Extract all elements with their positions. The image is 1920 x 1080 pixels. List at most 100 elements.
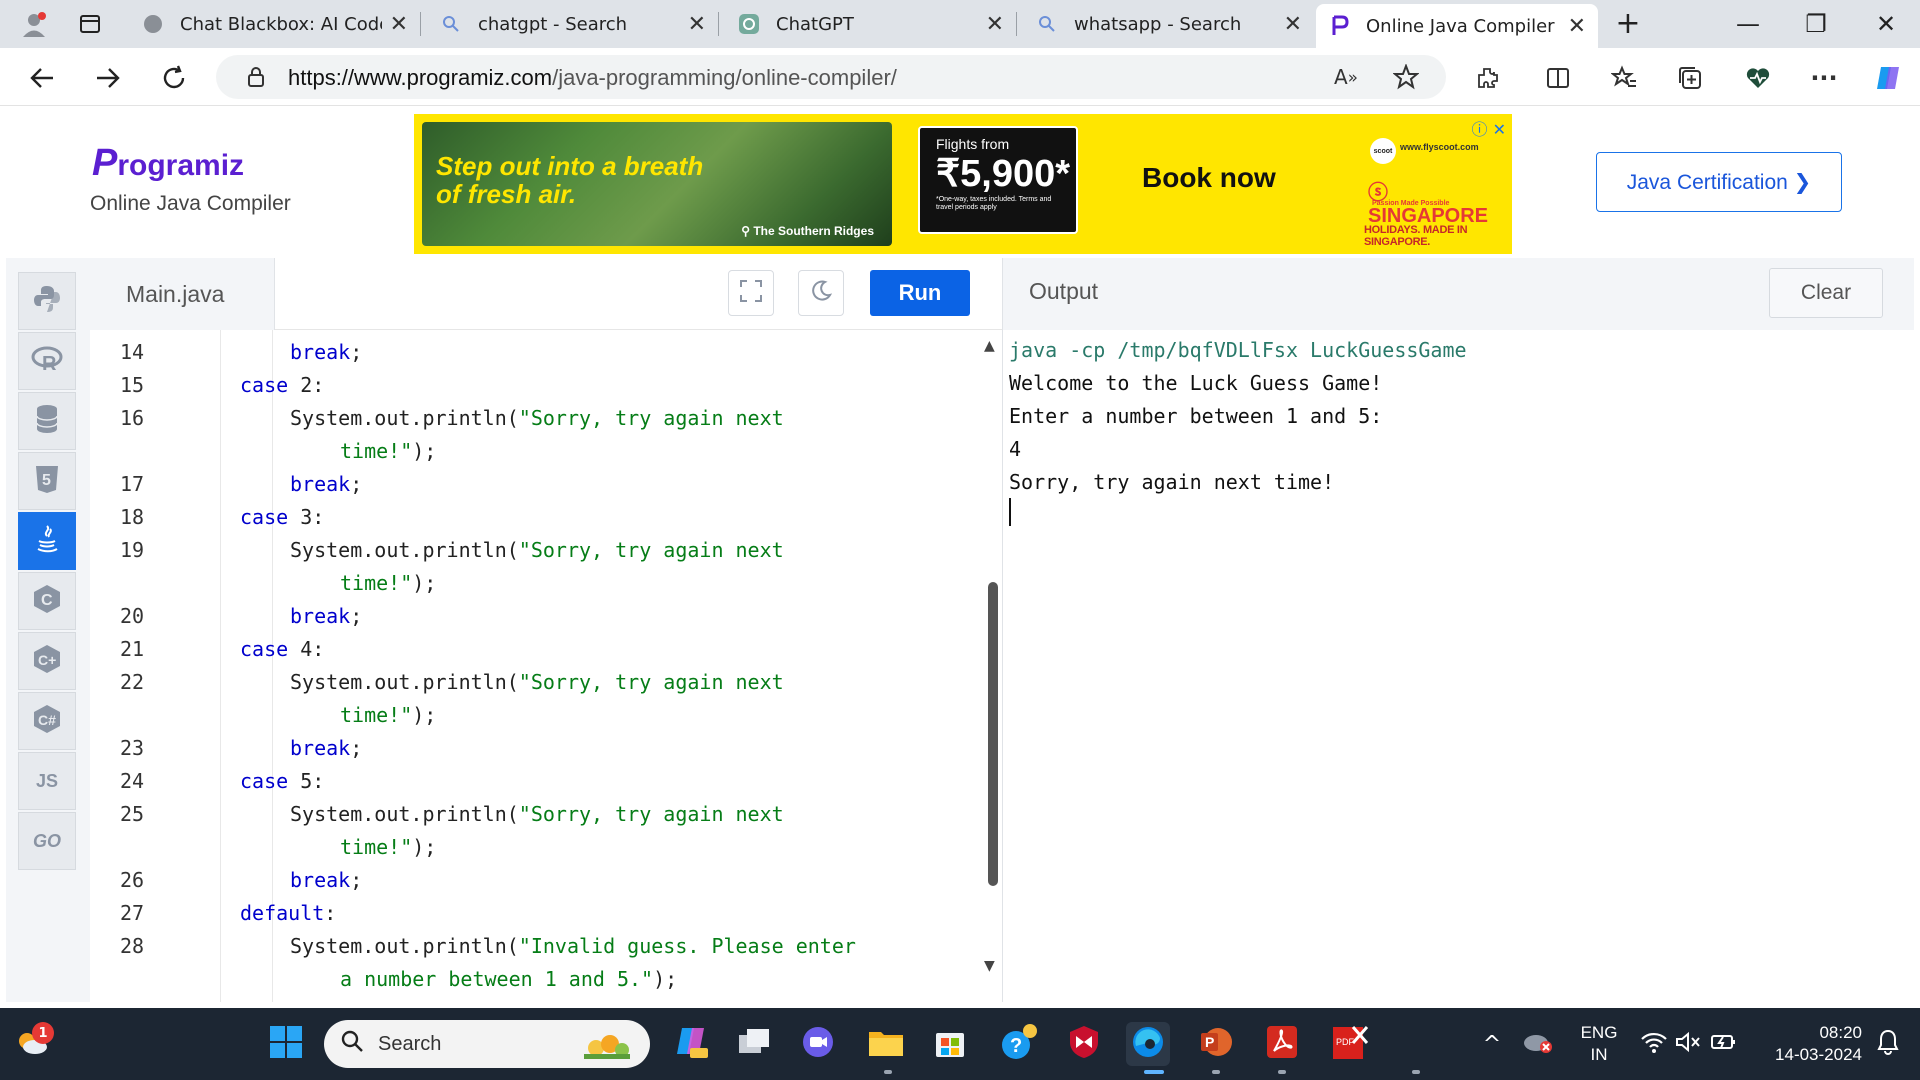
- browser-essentials-icon[interactable]: [1738, 58, 1778, 98]
- battery-status[interactable]: [1702, 1022, 1746, 1066]
- language-r[interactable]: R: [18, 332, 76, 390]
- code-line[interactable]: time!");: [90, 567, 970, 600]
- split-screen-icon[interactable]: [1538, 58, 1578, 98]
- language-html[interactable]: 5: [18, 452, 76, 510]
- notifications-button[interactable]: [1866, 1022, 1910, 1066]
- restore-button[interactable]: ❐: [1796, 10, 1836, 38]
- code-line[interactable]: 20 break;: [90, 600, 970, 633]
- tab-chatgpt[interactable]: ChatGPT ✕: [726, 6, 1016, 42]
- input-language[interactable]: ENG IN: [1574, 1022, 1624, 1066]
- tab-blackbox[interactable]: Chat Blackbox: AI Code C ✕: [130, 6, 420, 42]
- powerpoint-app[interactable]: P: [1194, 1022, 1238, 1066]
- copilot-app[interactable]: [670, 1022, 714, 1066]
- editor-scrollbar[interactable]: ▲ ▼: [982, 330, 1002, 1002]
- battery-charging-icon: [1710, 1031, 1738, 1057]
- code-line[interactable]: 18 case 3:: [90, 501, 970, 534]
- lock-icon[interactable]: [236, 57, 276, 97]
- code-line[interactable]: a number between 1 and 5.");: [90, 963, 970, 996]
- code-line[interactable]: 17 break;: [90, 468, 970, 501]
- new-tab-button[interactable]: +: [1608, 6, 1648, 41]
- clear-button[interactable]: Clear: [1769, 268, 1883, 318]
- extensions-icon[interactable]: [1468, 58, 1508, 98]
- close-icon[interactable]: ✕: [390, 12, 408, 37]
- url-text[interactable]: https://www.programiz.com/java-programmi…: [288, 65, 897, 91]
- teams-app[interactable]: [796, 1022, 840, 1066]
- close-icon[interactable]: ✕: [1284, 12, 1302, 37]
- code-line[interactable]: time!");: [90, 699, 970, 732]
- microsoft-store-app[interactable]: [928, 1022, 972, 1066]
- fullscreen-button[interactable]: [728, 270, 774, 316]
- programiz-logo[interactable]: Programiz: [92, 142, 244, 185]
- file-explorer-app[interactable]: [864, 1022, 908, 1066]
- code-line[interactable]: time!");: [90, 831, 970, 864]
- get-help-app[interactable]: ?: [996, 1022, 1040, 1066]
- onedrive-status[interactable]: [1516, 1022, 1560, 1066]
- language-cpp[interactable]: C+: [18, 632, 76, 690]
- code-line[interactable]: 25 System.out.println("Sorry, try again n…: [90, 798, 970, 831]
- code-line[interactable]: time!");: [90, 435, 970, 468]
- ad-book-now[interactable]: Book now: [1142, 162, 1276, 194]
- window-close-button[interactable]: ✕: [1866, 10, 1906, 38]
- output-console[interactable]: java -cp /tmp/bqfVDLlFsx LuckGuessGame We…: [1002, 330, 1914, 1002]
- language-java[interactable]: [18, 512, 76, 570]
- code-line[interactable]: 19 System.out.println("Sorry, try again n…: [90, 534, 970, 567]
- code-line[interactable]: 28 System.out.println("Invalid guess. Ple…: [90, 930, 970, 963]
- language-javascript[interactable]: JS: [18, 752, 76, 810]
- mcafee-app[interactable]: [1062, 1022, 1106, 1066]
- close-icon[interactable]: ✕: [986, 12, 1004, 37]
- tab-chatgpt-search[interactable]: chatgpt - Search ✕: [428, 6, 718, 42]
- language-sql[interactable]: [18, 392, 76, 450]
- code-line[interactable]: 27 default:: [90, 897, 970, 930]
- collections-icon[interactable]: [1670, 58, 1710, 98]
- edge-app[interactable]: [1126, 1022, 1170, 1066]
- java-certification-button[interactable]: Java Certification ❯: [1596, 152, 1842, 212]
- code-line[interactable]: 21 case 4:: [90, 633, 970, 666]
- tab-whatsapp-search[interactable]: whatsapp - Search ✕: [1024, 6, 1314, 42]
- clock[interactable]: 08:20 14-03-2024: [1752, 1022, 1862, 1066]
- copilot-icon[interactable]: [1868, 58, 1908, 98]
- show-hidden-icons[interactable]: ^: [1470, 1022, 1514, 1066]
- minimize-button[interactable]: —: [1728, 10, 1768, 38]
- language-csharp[interactable]: C#: [18, 692, 76, 750]
- acrobat-app[interactable]: [1260, 1022, 1304, 1066]
- tab-actions-icon[interactable]: [70, 4, 110, 44]
- scroll-up-icon[interactable]: ▲: [984, 338, 995, 354]
- code-line[interactable]: 23 break;: [90, 732, 970, 765]
- favorites-icon[interactable]: [1604, 58, 1644, 98]
- code-line[interactable]: 24 case 5:: [90, 765, 970, 798]
- code-line[interactable]: 22 System.out.println("Sorry, try again n…: [90, 666, 970, 699]
- code-line[interactable]: 26 break;: [90, 864, 970, 897]
- ad-headline: Step out into a breath of fresh air.: [436, 151, 704, 209]
- language-python[interactable]: [18, 272, 76, 330]
- start-button[interactable]: [264, 1022, 308, 1066]
- taskbar-search[interactable]: Search: [324, 1020, 650, 1068]
- language-c[interactable]: C: [18, 572, 76, 630]
- close-icon[interactable]: ✕: [688, 12, 706, 37]
- pdf-x-app[interactable]: PDF: [1328, 1022, 1372, 1066]
- code-line[interactable]: 15 case 2:: [90, 369, 970, 402]
- code-text: time!");: [340, 567, 436, 600]
- dark-mode-button[interactable]: [798, 270, 844, 316]
- task-view-app[interactable]: [732, 1022, 776, 1066]
- forward-icon[interactable]: [88, 58, 128, 98]
- code-line[interactable]: 14 break;: [90, 336, 970, 369]
- scroll-down-icon[interactable]: ▼: [984, 958, 995, 974]
- code-line[interactable]: 16 System.out.println("Sorry, try again n…: [90, 402, 970, 435]
- advertisement-banner[interactable]: Step out into a breath of fresh air. ⚲ T…: [414, 114, 1512, 254]
- tab-online-java-compiler[interactable]: Online Java Compiler ✕: [1316, 4, 1598, 48]
- code-editor[interactable]: 14 break; 15 case 2: 16 System.out.println("S…: [90, 330, 1002, 1002]
- code-text: System.out.println("Sorry, try again nex…: [290, 402, 784, 435]
- scrollbar-thumb[interactable]: [988, 582, 998, 886]
- close-icon[interactable]: ✕: [1568, 14, 1586, 39]
- run-button[interactable]: Run: [870, 270, 970, 316]
- refresh-icon[interactable]: [154, 58, 194, 98]
- file-tab-main-java[interactable]: Main.java: [90, 258, 275, 330]
- profile-avatar[interactable]: [14, 4, 54, 44]
- address-bar[interactable]: https://www.programiz.com/java-programmi…: [216, 55, 1446, 99]
- favorite-star-icon[interactable]: [1386, 57, 1426, 97]
- read-aloud-icon[interactable]: A»: [1326, 57, 1366, 97]
- more-options-icon[interactable]: ···: [1804, 58, 1844, 98]
- language-go[interactable]: GO: [18, 812, 76, 870]
- ad-close-icon[interactable]: ⓘ ✕: [1472, 116, 1507, 140]
- back-icon[interactable]: [22, 58, 62, 98]
